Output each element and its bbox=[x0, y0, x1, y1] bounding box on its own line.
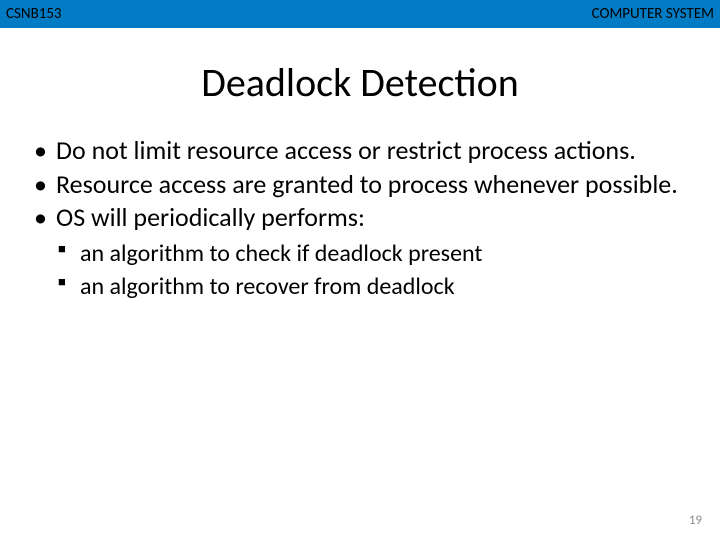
page-number: 19 bbox=[689, 513, 702, 528]
slide-content: Do not limit resource access or restrict… bbox=[0, 107, 720, 303]
sub-bullet-list: an algorithm to check if deadlock presen… bbox=[32, 238, 688, 302]
slide: CSNB153 COMPUTER SYSTEM Deadlock Detecti… bbox=[0, 0, 720, 540]
course-name: COMPUTER SYSTEM bbox=[592, 5, 714, 23]
bullet-item: Do not limit resource access or restrict… bbox=[32, 135, 688, 167]
header-bar: CSNB153 COMPUTER SYSTEM bbox=[0, 0, 720, 28]
course-code: CSNB153 bbox=[6, 5, 62, 23]
sub-bullet-item: an algorithm to check if deadlock presen… bbox=[32, 238, 688, 269]
bullet-item: OS will periodically performs: bbox=[32, 202, 688, 234]
bullet-list: Do not limit resource access or restrict… bbox=[32, 135, 688, 234]
slide-title: Deadlock Detection bbox=[0, 58, 720, 107]
bullet-item: Resource access are granted to process w… bbox=[32, 169, 688, 201]
sub-bullet-item: an algorithm to recover from deadlock bbox=[32, 271, 688, 302]
